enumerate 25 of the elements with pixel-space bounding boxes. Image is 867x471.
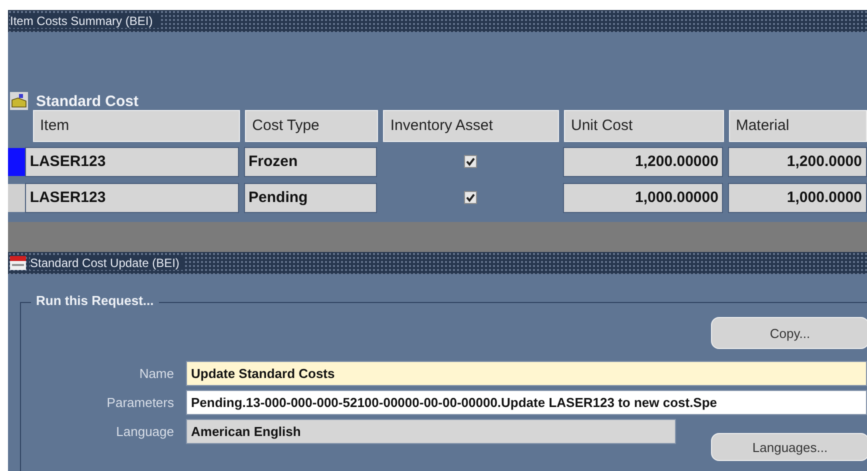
table-cell: 1,200.0000: [728, 146, 867, 176]
languages-button[interactable]: Languages...: [711, 433, 867, 461]
column-header: Inventory Asset: [383, 110, 559, 142]
table-cell: 1,200.00000: [563, 146, 724, 176]
group-title: Run this Request...: [31, 293, 159, 308]
table-cell: Pending: [244, 182, 378, 212]
table-cell: LASER123: [24, 146, 239, 176]
window-title: Standard Cost Update (BEI): [30, 256, 186, 270]
input-field[interactable]: Update Standard Costs: [186, 361, 867, 386]
column-header: Item: [33, 110, 240, 142]
field-label: Name: [138, 365, 175, 381]
table-cell: LASER123: [24, 182, 239, 212]
table-cell: 1,000.0000: [728, 182, 867, 212]
column-header: Unit Cost: [564, 110, 724, 142]
table-cell: 1,000.00000: [563, 182, 724, 212]
window-title: Item Costs Summary (BEI): [10, 14, 159, 28]
block-title: Standard Cost: [36, 93, 139, 110]
table-cell: Frozen: [244, 146, 378, 176]
input-field[interactable]: American English: [186, 419, 676, 444]
input-field[interactable]: Pending.13-000-000-000-52100-00000-00-00-00000.Update LASER123 to new cost.Spe: [186, 390, 867, 415]
column-header: Material: [728, 110, 867, 142]
column-header: Cost Type: [245, 110, 378, 142]
copy-button[interactable]: Copy...: [711, 317, 867, 349]
field-label: Language: [115, 423, 175, 439]
field-label: Parameters: [106, 394, 175, 410]
